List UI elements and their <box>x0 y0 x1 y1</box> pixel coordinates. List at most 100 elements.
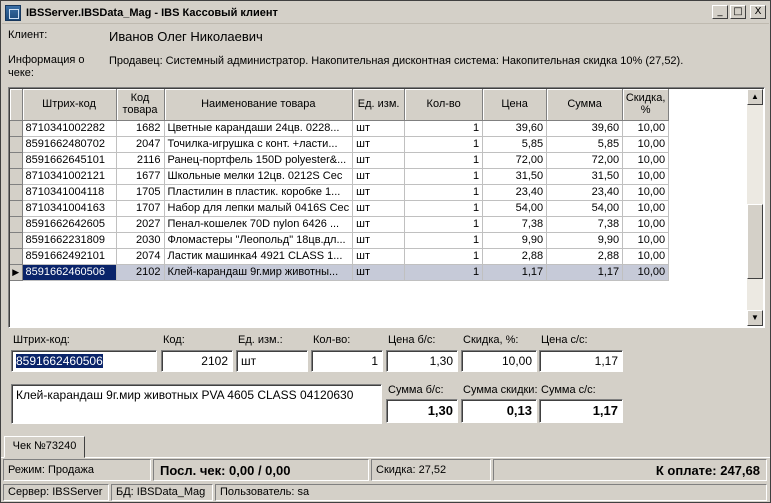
scroll-thumb[interactable] <box>747 204 763 279</box>
table-cell[interactable]: Цветные карандаши 24цв. 0228... <box>164 120 354 137</box>
table-cell[interactable]: 8591662460506 <box>22 264 117 281</box>
table-cell[interactable]: 8710341002282 <box>22 120 117 137</box>
table-cell[interactable]: шт <box>352 248 406 265</box>
scroll-up-icon[interactable]: ▲ <box>747 89 763 105</box>
table-cell[interactable]: 10,00 <box>622 152 670 169</box>
table-row[interactable]: 8710341002121 1677 Школьные мелки 12цв. 02… <box>10 168 670 185</box>
table-cell[interactable]: 39,60 <box>482 120 548 137</box>
table-cell[interactable]: Клей-карандаш 9г.мир животны... <box>164 264 354 281</box>
table-cell[interactable]: 54,00 <box>482 200 548 217</box>
table-cell[interactable]: шт <box>352 152 406 169</box>
table-cell[interactable]: 10,00 <box>622 248 670 265</box>
table-cell[interactable]: 1 <box>404 264 484 281</box>
table-cell[interactable]: Пластилин в пластик. коробке 1... <box>164 184 354 201</box>
table-cell[interactable]: 10,00 <box>622 168 670 185</box>
table-cell[interactable]: шт <box>352 264 406 281</box>
minimize-button[interactable]: _ <box>712 5 728 19</box>
table-row[interactable]: 8591662480702 2047 Точилка-игрушка с конт.… <box>10 136 670 153</box>
table-cell[interactable]: 2030 <box>116 232 165 249</box>
price-nodisc-input[interactable]: 1,30 <box>386 350 458 372</box>
table-cell[interactable]: 1,17 <box>482 264 548 281</box>
title-bar[interactable]: IBSServer.IBSData_Mag - IBS Кассовый кли… <box>2 2 769 24</box>
table-cell[interactable]: Фломастеры "Леопольд" 18цв.дл... <box>164 232 354 249</box>
table-cell[interactable]: 10,00 <box>622 200 670 217</box>
table-cell[interactable]: 1707 <box>116 200 165 217</box>
table-cell[interactable]: 2116 <box>116 152 165 169</box>
table-cell[interactable]: Набор для лепки малый 0416S Cec <box>164 200 354 217</box>
row-indicator[interactable] <box>10 184 23 201</box>
unit-input[interactable]: шт <box>236 350 308 372</box>
table-cell[interactable]: 31,50 <box>482 168 548 185</box>
table-cell[interactable]: Точилка-игрушка с конт. +ласти... <box>164 136 354 153</box>
table-cell[interactable]: 23,40 <box>482 184 548 201</box>
table-cell[interactable]: 8591662231809 <box>22 232 117 249</box>
table-cell[interactable]: шт <box>352 232 406 249</box>
column-header-name[interactable]: Наименование товара <box>164 89 354 121</box>
table-cell[interactable]: 72,00 <box>482 152 548 169</box>
table-cell[interactable]: 2102 <box>116 264 165 281</box>
table-cell[interactable]: 39,60 <box>546 120 624 137</box>
table-cell[interactable]: шт <box>352 200 406 217</box>
table-cell[interactable]: 2027 <box>116 216 165 233</box>
row-indicator[interactable] <box>10 168 23 185</box>
row-indicator[interactable] <box>10 248 23 265</box>
column-header-unit[interactable]: Ед. изм. <box>352 89 406 121</box>
table-cell[interactable]: 1 <box>404 216 484 233</box>
row-indicator[interactable] <box>10 200 23 217</box>
table-cell[interactable]: 2,88 <box>482 248 548 265</box>
column-header-qty[interactable]: Кол-во <box>404 89 484 121</box>
table-cell[interactable]: 8591662642605 <box>22 216 117 233</box>
table-cell[interactable]: 9,90 <box>546 232 624 249</box>
table-cell[interactable]: 1 <box>404 168 484 185</box>
tab-check[interactable]: Чек №73240 <box>4 436 85 458</box>
table-row[interactable]: ▶ 8591662460506 2102 Клей-карандаш 9г.мир ж… <box>10 264 670 281</box>
table-cell[interactable]: Ранец-портфель 150D polyester&... <box>164 152 354 169</box>
table-cell[interactable]: шт <box>352 216 406 233</box>
close-button[interactable]: X <box>750 5 766 19</box>
table-cell[interactable]: 72,00 <box>546 152 624 169</box>
table-cell[interactable]: 5,85 <box>546 136 624 153</box>
table-row[interactable]: 8591662645101 2116 Ранец-портфель 150D pol… <box>10 152 670 169</box>
table-cell[interactable]: 1682 <box>116 120 165 137</box>
table-cell[interactable]: 5,85 <box>482 136 548 153</box>
table-cell[interactable]: 1 <box>404 200 484 217</box>
table-cell[interactable]: 7,38 <box>546 216 624 233</box>
table-cell[interactable]: шт <box>352 136 406 153</box>
grid-vertical-scrollbar[interactable]: ▲ ▼ <box>747 89 763 326</box>
table-cell[interactable]: Пенал-кошелек 70D nylon 6426 ... <box>164 216 354 233</box>
table-cell[interactable]: 1 <box>404 248 484 265</box>
column-header-sum[interactable]: Сумма <box>546 89 624 121</box>
maximize-button[interactable]: □ <box>730 5 746 19</box>
table-cell[interactable]: 1 <box>404 184 484 201</box>
table-row[interactable]: 8591662492101 2074 Ластик машинка4 4921 CL… <box>10 248 670 265</box>
column-header-barcode[interactable]: Штрих-код <box>22 89 117 121</box>
table-cell[interactable]: 8710341004118 <box>22 184 117 201</box>
barcode-input[interactable]: 8591662460506 <box>11 350 157 372</box>
table-cell[interactable]: 1 <box>404 152 484 169</box>
table-cell[interactable]: 8710341004163 <box>22 200 117 217</box>
table-cell[interactable]: 10,00 <box>622 216 670 233</box>
table-row[interactable]: 8710341004118 1705 Пластилин в пластик. ко… <box>10 184 670 201</box>
table-cell[interactable]: 8591662492101 <box>22 248 117 265</box>
table-row[interactable]: 8710341002282 1682 Цветные карандаши 24цв.… <box>10 120 670 137</box>
table-cell[interactable]: 2047 <box>116 136 165 153</box>
column-header-discount[interactable]: Скидка, % <box>622 89 670 121</box>
table-cell[interactable]: шт <box>352 184 406 201</box>
table-row[interactable]: 8591662231809 2030 Фломастеры "Леопольд" 1… <box>10 232 670 249</box>
table-cell[interactable]: 23,40 <box>546 184 624 201</box>
table-cell[interactable]: 54,00 <box>546 200 624 217</box>
scroll-down-icon[interactable]: ▼ <box>747 310 763 326</box>
table-cell[interactable]: 10,00 <box>622 264 670 281</box>
table-cell[interactable]: 1 <box>404 120 484 137</box>
table-cell[interactable]: 10,00 <box>622 232 670 249</box>
table-cell[interactable]: 1 <box>404 136 484 153</box>
price-disc-input[interactable]: 1,17 <box>539 350 623 372</box>
table-cell[interactable]: 1 <box>404 232 484 249</box>
row-indicator[interactable] <box>10 136 23 153</box>
table-row[interactable]: 8710341004163 1707 Набор для лепки малый 0… <box>10 200 670 217</box>
qty-input[interactable]: 1 <box>311 350 383 372</box>
row-indicator[interactable] <box>10 232 23 249</box>
table-cell[interactable]: 1677 <box>116 168 165 185</box>
table-cell[interactable]: 7,38 <box>482 216 548 233</box>
table-row[interactable]: 8591662642605 2027 Пенал-кошелек 70D nylon… <box>10 216 670 233</box>
